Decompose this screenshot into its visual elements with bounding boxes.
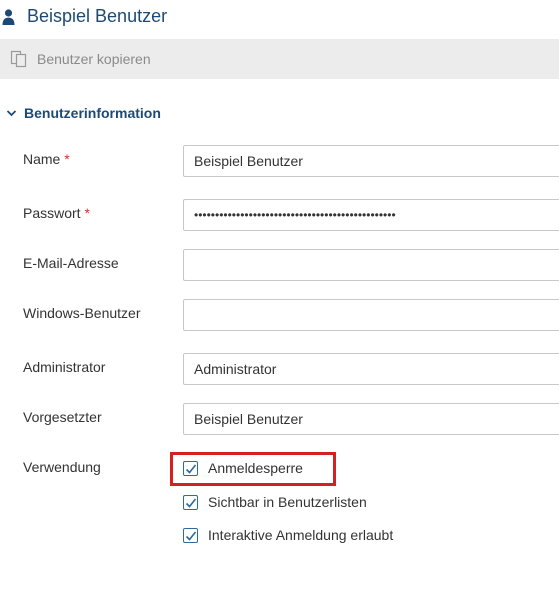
usage-label: Verwendung (23, 459, 101, 475)
checkbox[interactable] (183, 494, 198, 510)
toolbar: Benutzer kopieren (0, 39, 559, 79)
checkbox-interactive-login[interactable]: Interaktive Anmeldung erlaubt (183, 525, 393, 545)
page-header: Beispiel Benutzer (0, 0, 559, 38)
required-marker: * (84, 205, 90, 221)
name-label: Name * (23, 151, 70, 167)
checkbox-visible-in-lists[interactable]: Sichtbar in Benutzerlisten (183, 492, 367, 512)
password-label-text: Passwort (23, 205, 81, 221)
windows-user-field[interactable] (183, 299, 559, 331)
password-field[interactable] (183, 199, 559, 231)
copy-icon (10, 50, 27, 68)
checkmark-icon (185, 531, 197, 541)
name-field[interactable] (183, 145, 559, 177)
section-title: Benutzerinformation (24, 105, 161, 121)
user-icon (2, 9, 15, 25)
checkmark-icon (185, 498, 197, 508)
copy-user-label: Benutzer kopieren (37, 51, 151, 67)
copy-user-button[interactable]: Benutzer kopieren (8, 39, 151, 79)
email-field[interactable] (183, 249, 559, 281)
email-label: E-Mail-Adresse (23, 255, 119, 271)
checkbox-label: Interaktive Anmeldung erlaubt (208, 527, 394, 543)
chevron-down-icon (6, 110, 17, 117)
name-label-text: Name (23, 151, 61, 167)
windows-user-label: Windows-Benutzer (23, 305, 141, 321)
page-title: Beispiel Benutzer (27, 6, 168, 26)
supervisor-label: Vorgesetzter (23, 409, 102, 425)
required-marker: * (64, 151, 70, 167)
password-label: Passwort * (23, 205, 90, 221)
section-toggle-benutzerinformation[interactable]: Benutzerinformation (6, 103, 161, 123)
supervisor-field[interactable] (183, 403, 559, 435)
administrator-field[interactable] (183, 353, 559, 385)
checkbox-label: Sichtbar in Benutzerlisten (208, 494, 367, 510)
highlight-frame (170, 452, 336, 486)
checkbox[interactable] (183, 527, 198, 543)
administrator-label: Administrator (23, 359, 106, 375)
